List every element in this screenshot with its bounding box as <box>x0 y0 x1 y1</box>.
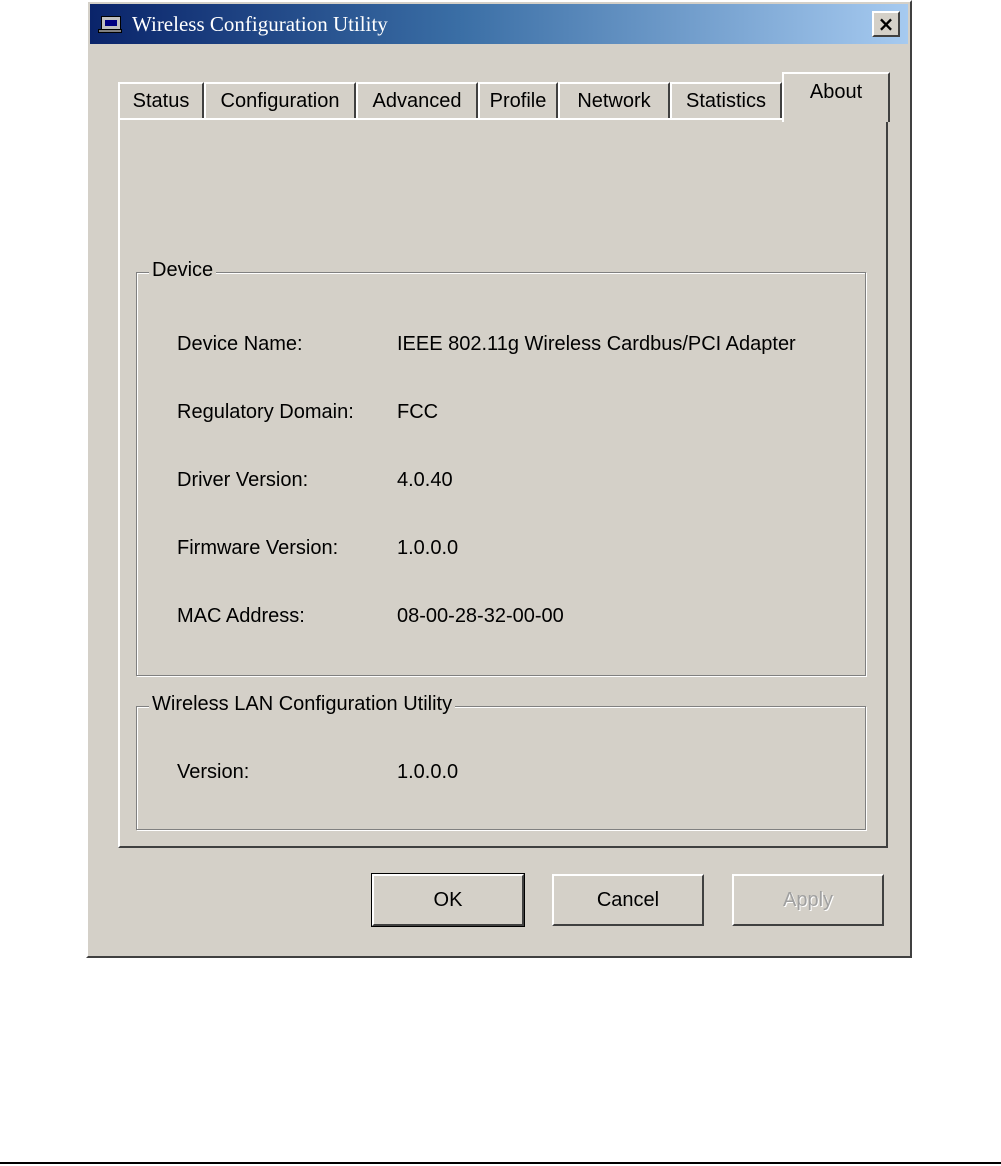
tab-network[interactable]: Network <box>558 82 670 120</box>
device-legend: Device <box>149 259 217 282</box>
tab-statistics[interactable]: Statistics <box>670 82 782 120</box>
device-name-value: IEEE 802.11g Wireless Cardbus/PCI Adapte… <box>397 333 796 355</box>
computer-icon <box>98 13 122 35</box>
tab-profile[interactable]: Profile <box>478 82 558 120</box>
tab-about[interactable]: About <box>782 72 890 122</box>
driver-version-label: Driver Version: <box>177 469 309 491</box>
regulatory-domain-value: FCC <box>397 401 439 423</box>
mac-address-value: 08-00-28-32-00-00 <box>397 605 564 627</box>
apply-button[interactable]: Apply <box>732 874 884 926</box>
utility-groupbox: Wireless LAN Configuration Utility Versi… <box>136 693 866 830</box>
utility-version-label: Version: <box>177 761 250 783</box>
dialog-window: Wireless Configuration Utility × Status … <box>86 0 912 958</box>
firmware-version-label: Firmware Version: <box>177 537 339 559</box>
regulatory-domain-label: Regulatory Domain: <box>177 401 354 423</box>
close-button[interactable]: × <box>872 11 900 37</box>
mac-address-label: MAC Address: <box>177 605 305 627</box>
page-rule <box>0 1162 1001 1164</box>
firmware-version-value: 1.0.0.0 <box>397 537 459 559</box>
utility-version-value: 1.0.0.0 <box>397 761 459 783</box>
utility-legend: Wireless LAN Configuration Utility <box>149 693 456 716</box>
tab-panel-about: Device Device Name: IEEE 802.11g Wireles… <box>118 118 888 848</box>
driver-version-value: 4.0.40 <box>397 469 453 491</box>
window-title: Wireless Configuration Utility <box>132 11 388 36</box>
tab-status[interactable]: Status <box>118 82 204 120</box>
ok-button[interactable]: OK <box>371 873 525 927</box>
cancel-button[interactable]: Cancel <box>552 874 704 926</box>
tab-advanced[interactable]: Advanced <box>356 82 478 120</box>
tab-configuration[interactable]: Configuration <box>204 82 356 120</box>
title-bar[interactable]: Wireless Configuration Utility × <box>90 4 908 44</box>
device-name-label: Device Name: <box>177 333 303 355</box>
device-groupbox: Device Device Name: IEEE 802.11g Wireles… <box>136 259 866 676</box>
